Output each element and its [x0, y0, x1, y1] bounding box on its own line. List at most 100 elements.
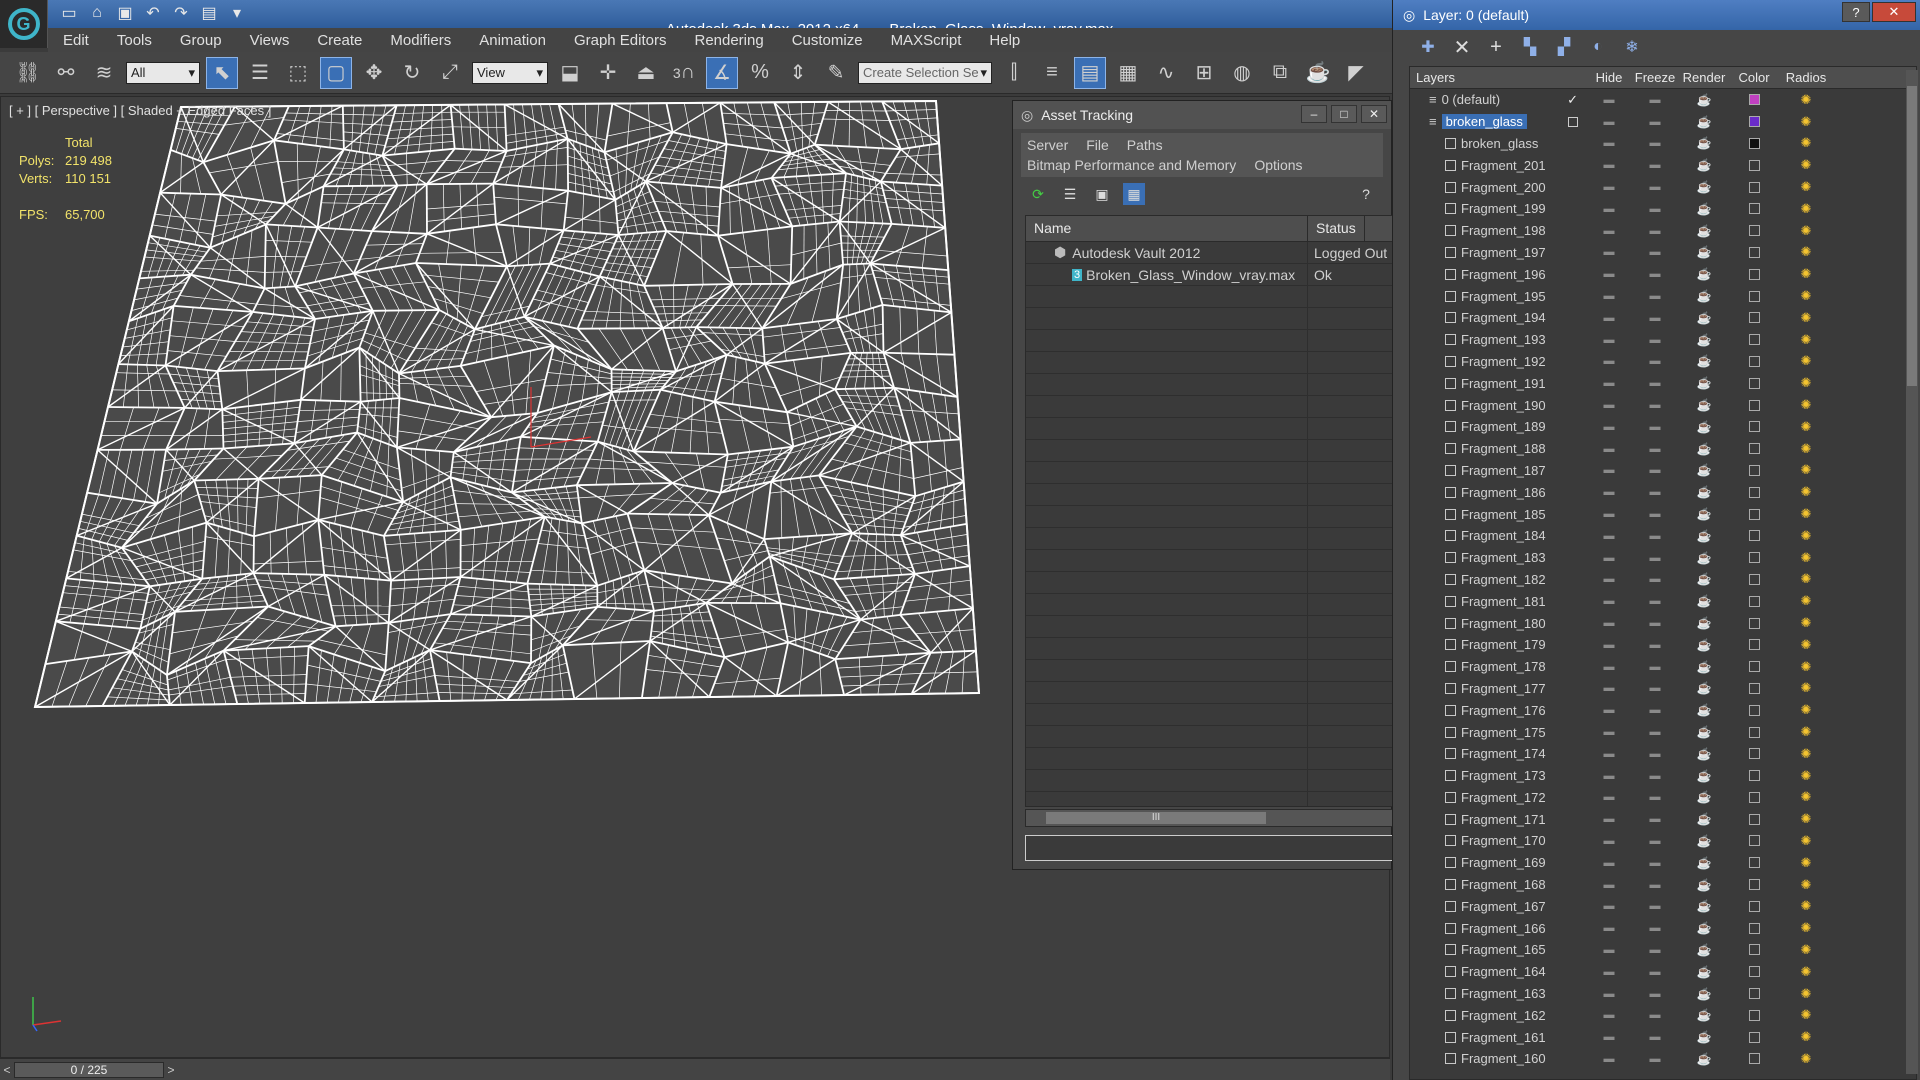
hide-toggle[interactable]: ▬	[1586, 721, 1632, 743]
layer-name-cell[interactable]: Fragment_162	[1410, 1004, 1586, 1026]
layer-name-cell[interactable]: Fragment_178	[1410, 656, 1586, 678]
layer-color-swatch[interactable]	[1730, 307, 1778, 329]
freeze-toggle[interactable]: ▬	[1632, 351, 1678, 373]
column-status[interactable]: Status	[1308, 216, 1365, 241]
application-button[interactable]: G	[0, 0, 48, 48]
object-row[interactable]: Fragment_173 ▬ ▬ ☕ ✺	[1410, 765, 1916, 787]
radiosity-bulb-icon[interactable]: ✺	[1778, 852, 1834, 874]
object-row[interactable]: Fragment_176 ▬ ▬ ☕ ✺	[1410, 699, 1916, 721]
percent-snap-icon[interactable]: %	[744, 57, 776, 89]
layer-color-swatch[interactable]	[1730, 263, 1778, 285]
close-icon[interactable]: ✕	[1361, 105, 1387, 123]
table-row[interactable]: ⬢ Autodesk Vault 2012 Logged Out	[1026, 242, 1392, 264]
freeze-toggle[interactable]: ▬	[1632, 590, 1678, 612]
render-teapot-icon[interactable]: ☕	[1678, 917, 1730, 939]
hide-toggle[interactable]: ▬	[1586, 569, 1632, 591]
hide-toggle[interactable]: ▬	[1586, 154, 1632, 176]
render-teapot-icon[interactable]: ☕	[1678, 460, 1730, 482]
freeze-toggle[interactable]: ▬	[1632, 133, 1678, 155]
layer-name-cell[interactable]: Fragment_189	[1410, 416, 1586, 438]
freeze-toggle[interactable]: ▬	[1632, 372, 1678, 394]
open-file-icon[interactable]: ⌂	[86, 2, 108, 24]
select-highlighted-icon[interactable]: ▚	[1519, 36, 1541, 58]
layer-name-cell[interactable]: Fragment_194	[1410, 307, 1586, 329]
layer-name-cell[interactable]: Fragment_167	[1410, 895, 1586, 917]
render-teapot-icon[interactable]: ☕	[1678, 547, 1730, 569]
radiosity-bulb-icon[interactable]: ✺	[1778, 787, 1834, 809]
layer-name-cell[interactable]: Fragment_168	[1410, 874, 1586, 896]
select-by-name-icon[interactable]: ☰	[244, 57, 276, 89]
object-row[interactable]: Fragment_183 ▬ ▬ ☕ ✺	[1410, 547, 1916, 569]
layer-name-cell[interactable]: Fragment_173	[1410, 765, 1586, 787]
layer-name-cell[interactable]: Fragment_184	[1410, 525, 1586, 547]
save-icon[interactable]: ▣	[114, 2, 136, 24]
object-row[interactable]: Fragment_185 ▬ ▬ ☕ ✺	[1410, 503, 1916, 525]
layer-color-swatch[interactable]	[1730, 1026, 1778, 1048]
radiosity-bulb-icon[interactable]: ✺	[1778, 242, 1834, 264]
hide-toggle[interactable]: ▬	[1586, 481, 1632, 503]
radiosity-bulb-icon[interactable]: ✺	[1778, 329, 1834, 351]
layer-name-cell[interactable]: Fragment_196	[1410, 263, 1586, 285]
hide-toggle[interactable]: ▬	[1586, 307, 1632, 329]
freeze-toggle[interactable]: ▬	[1632, 503, 1678, 525]
current-layer-checkbox[interactable]	[1568, 116, 1578, 127]
layer-color-swatch[interactable]	[1730, 939, 1778, 961]
radiosity-bulb-icon[interactable]: ✺	[1778, 547, 1834, 569]
layer-manager-icon[interactable]: ▤	[1074, 56, 1106, 89]
hide-toggle[interactable]: ▬	[1586, 939, 1632, 961]
layer-name-cell[interactable]: Fragment_161	[1410, 1026, 1586, 1048]
radiosity-bulb-icon[interactable]: ✺	[1778, 481, 1834, 503]
rectangular-selection-icon[interactable]: ⬚	[282, 57, 314, 89]
layer-color-swatch[interactable]	[1730, 351, 1778, 373]
layer-name-cell[interactable]: Fragment_171	[1410, 808, 1586, 830]
radiosity-bulb-icon[interactable]: ✺	[1778, 765, 1834, 787]
layer-color-swatch[interactable]	[1730, 503, 1778, 525]
column-hide[interactable]: Hide	[1586, 67, 1632, 88]
close-icon[interactable]: ✕	[1872, 2, 1916, 22]
render-teapot-icon[interactable]: ☕	[1678, 656, 1730, 678]
asset-menu-file[interactable]: File	[1086, 137, 1109, 153]
render-teapot-icon[interactable]: ☕	[1678, 765, 1730, 787]
render-teapot-icon[interactable]: ☕	[1678, 939, 1730, 961]
freeze-toggle[interactable]: ▬	[1632, 1026, 1678, 1048]
render-teapot-icon[interactable]: ☕	[1678, 503, 1730, 525]
help-icon[interactable]: ?	[1842, 2, 1870, 22]
render-teapot-icon[interactable]: ☕	[1678, 394, 1730, 416]
keyboard-shortcut-override-icon[interactable]: ⏏	[630, 57, 662, 89]
render-teapot-icon[interactable]: ☕	[1678, 874, 1730, 896]
hide-toggle[interactable]: ▬	[1586, 263, 1632, 285]
layer-color-swatch[interactable]	[1730, 569, 1778, 591]
hide-toggle[interactable]: ▬	[1586, 874, 1632, 896]
radiosity-bulb-icon[interactable]: ✺	[1778, 460, 1834, 482]
render-teapot-icon[interactable]: ☕	[1678, 808, 1730, 830]
radiosity-bulb-icon[interactable]: ✺	[1778, 176, 1834, 198]
menu-help[interactable]: Help	[974, 32, 1033, 49]
menu-graph-editors[interactable]: Graph Editors	[559, 32, 680, 49]
add-to-layer-icon[interactable]: +	[1485, 36, 1507, 58]
object-row[interactable]: Fragment_180 ▬ ▬ ☕ ✺	[1410, 612, 1916, 634]
layer-color-swatch[interactable]	[1730, 1004, 1778, 1026]
material-editor-icon[interactable]: ◍	[1226, 57, 1258, 89]
layer-name-cell[interactable]: Fragment_193	[1410, 329, 1586, 351]
layer-name-cell[interactable]: ≡ 0 (default) ✓	[1410, 89, 1586, 111]
render-teapot-icon[interactable]: ☕	[1678, 612, 1730, 634]
object-row[interactable]: Fragment_175 ▬ ▬ ☕ ✺	[1410, 721, 1916, 743]
hide-toggle[interactable]: ▬	[1586, 678, 1632, 700]
object-row[interactable]: Fragment_169 ▬ ▬ ☕ ✺	[1410, 852, 1916, 874]
hide-toggle[interactable]: ▬	[1586, 176, 1632, 198]
undo-icon[interactable]: ↶	[142, 2, 164, 24]
layer-name-cell[interactable]: Fragment_165	[1410, 939, 1586, 961]
layer-color-swatch[interactable]	[1730, 198, 1778, 220]
layer-color-swatch[interactable]	[1730, 895, 1778, 917]
layer-color-swatch[interactable]	[1730, 460, 1778, 482]
object-row[interactable]: Fragment_193 ▬ ▬ ☕ ✺	[1410, 329, 1916, 351]
menu-edit[interactable]: Edit	[48, 32, 102, 49]
radiosity-bulb-icon[interactable]: ✺	[1778, 416, 1834, 438]
freeze-toggle[interactable]: ▬	[1632, 481, 1678, 503]
freeze-toggle[interactable]: ▬	[1632, 285, 1678, 307]
hide-toggle[interactable]: ▬	[1586, 525, 1632, 547]
freeze-toggle[interactable]: ▬	[1632, 917, 1678, 939]
freeze-toggle[interactable]: ▬	[1632, 307, 1678, 329]
pivot-center-icon[interactable]: ⬓	[554, 57, 586, 89]
hide-toggle[interactable]: ▬	[1586, 852, 1632, 874]
